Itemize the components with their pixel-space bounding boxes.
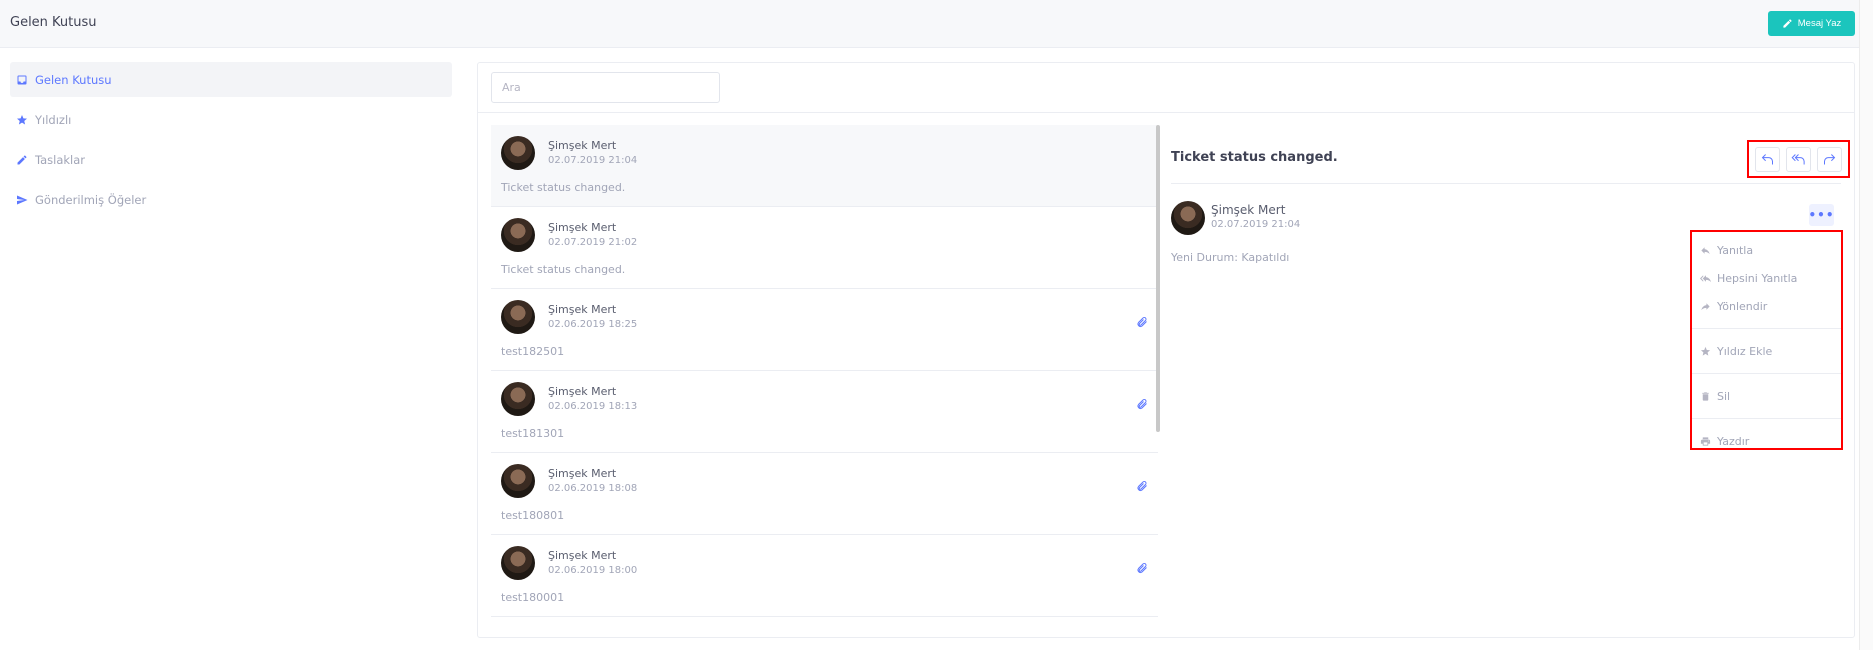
search-input[interactable] [491, 72, 720, 103]
reply-icon [1761, 153, 1773, 164]
detail-divider [1171, 183, 1841, 184]
sidebar: Gelen Kutusu Yıldızlı Taslaklar Gönderil… [10, 62, 452, 222]
message-actions [1747, 140, 1850, 178]
avatar [1171, 201, 1205, 235]
menu-divider [1692, 328, 1841, 329]
message-subject: Ticket status changed. [1171, 150, 1338, 165]
message-item[interactable]: Şimşek Mert 02.06.2019 18:13 test181301 [491, 371, 1158, 453]
avatar [501, 218, 535, 252]
message-sender: Şimşek Mert [548, 139, 617, 152]
message-date: 02.06.2019 18:25 [548, 319, 638, 330]
attachment-icon [1136, 398, 1148, 410]
detail-sender: Şimşek Mert [1211, 203, 1286, 217]
print-icon [1700, 436, 1711, 446]
message-item[interactable]: Şimşek Mert 02.06.2019 18:00 test180001 [491, 535, 1158, 617]
sidebar-item-sent[interactable]: Gönderilmiş Öğeler [10, 182, 452, 217]
reply-button[interactable] [1755, 146, 1780, 172]
menu-item-reply[interactable]: Yanıtla [1692, 236, 1841, 264]
sidebar-item-starred[interactable]: Yıldızlı [10, 102, 452, 137]
message-options-menu: Yanıtla Hepsini Yanıtla Yönlendir Yıldız… [1690, 230, 1843, 450]
menu-item-delete[interactable]: Sil [1692, 382, 1841, 410]
page-scrollbar[interactable] [1859, 0, 1873, 650]
more-options-button[interactable]: ••• [1809, 204, 1834, 226]
avatar [501, 546, 535, 580]
menu-item-add-star[interactable]: Yıldız Ekle [1692, 337, 1841, 365]
reply-all-icon [1700, 274, 1711, 282]
avatar [501, 464, 535, 498]
message-date: 02.06.2019 18:00 [548, 565, 638, 576]
menu-item-label: Yönlendir [1717, 299, 1768, 313]
inbox-icon [17, 75, 27, 84]
mail-card: Şimşek Mert 02.07.2019 21:04 Ticket stat… [477, 62, 1855, 638]
forward-icon [1824, 153, 1836, 164]
message-preview: Ticket status changed. [501, 181, 626, 194]
page-title: Gelen Kutusu [10, 15, 97, 30]
sidebar-item-label: Gelen Kutusu [35, 72, 112, 87]
avatar [501, 136, 535, 170]
message-list: Şimşek Mert 02.07.2019 21:04 Ticket stat… [491, 125, 1158, 617]
message-item[interactable]: Şimşek Mert 02.06.2019 18:25 test182501 [491, 289, 1158, 371]
menu-item-label: Sil [1717, 389, 1731, 403]
message-preview: test180001 [501, 591, 565, 604]
menu-item-label: Yanıtla [1717, 243, 1754, 257]
menu-item-label: Yıldız Ekle [1717, 344, 1773, 358]
message-item[interactable]: Şimşek Mert 02.07.2019 21:04 Ticket stat… [491, 125, 1158, 207]
message-sender: Şimşek Mert [548, 221, 617, 234]
message-date: 02.06.2019 18:08 [548, 483, 638, 494]
star-icon [1700, 346, 1711, 356]
star-icon [17, 114, 27, 124]
sidebar-item-label: Taslaklar [35, 152, 86, 167]
detail-date: 02.07.2019 21:04 [1211, 219, 1301, 230]
message-sender: Şimşek Mert [548, 467, 617, 480]
top-bar: Gelen Kutusu Mesaj Yaz [0, 0, 1873, 48]
menu-item-print[interactable]: Yazdır [1692, 427, 1841, 455]
message-item[interactable]: Şimşek Mert 02.06.2019 18:08 test180801 [491, 453, 1158, 535]
attachment-icon [1136, 562, 1148, 574]
menu-item-forward[interactable]: Yönlendir [1692, 292, 1841, 320]
forward-icon [1701, 302, 1710, 310]
reply-all-icon [1791, 153, 1805, 164]
reply-all-button[interactable] [1786, 146, 1811, 172]
menu-divider [1692, 373, 1841, 374]
menu-divider [1692, 418, 1841, 419]
paper-plane-icon [17, 195, 28, 204]
sidebar-item-drafts[interactable]: Taslaklar [10, 142, 452, 177]
message-body: Yeni Durum: Kapatıldı [1171, 251, 1290, 264]
attachment-icon [1136, 480, 1148, 492]
avatar [501, 382, 535, 416]
message-date: 02.06.2019 18:13 [548, 401, 638, 412]
sidebar-item-inbox[interactable]: Gelen Kutusu [10, 62, 452, 97]
message-preview: test181301 [501, 427, 565, 440]
menu-item-label: Hepsini Yanıtla [1717, 271, 1798, 285]
search-bar [478, 63, 1854, 113]
message-preview: test182501 [501, 345, 565, 358]
forward-button[interactable] [1817, 146, 1842, 172]
message-preview: test180801 [501, 509, 565, 522]
message-date: 02.07.2019 21:04 [548, 155, 638, 166]
message-date: 02.07.2019 21:02 [548, 237, 638, 248]
compose-button[interactable]: Mesaj Yaz [1768, 11, 1855, 36]
trash-icon [1702, 391, 1709, 401]
compose-button-label: Mesaj Yaz [1797, 18, 1842, 29]
reply-icon [1701, 246, 1710, 254]
message-sender: Şimşek Mert [548, 303, 617, 316]
message-sender: Şimşek Mert [548, 385, 617, 398]
sidebar-item-label: Yıldızlı [35, 112, 72, 127]
message-item[interactable]: Şimşek Mert 02.07.2019 21:02 Ticket stat… [491, 207, 1158, 289]
pencil-icon [17, 154, 27, 164]
message-list-scrollbar[interactable] [1156, 125, 1160, 432]
sidebar-item-label: Gönderilmiş Öğeler [35, 192, 147, 207]
message-sender: Şimşek Mert [548, 549, 617, 562]
menu-item-label: Yazdır [1717, 434, 1750, 448]
attachment-icon [1136, 316, 1148, 328]
message-preview: Ticket status changed. [501, 263, 626, 276]
pencil-icon [1783, 19, 1792, 28]
avatar [501, 300, 535, 334]
menu-item-reply-all[interactable]: Hepsini Yanıtla [1692, 264, 1841, 292]
